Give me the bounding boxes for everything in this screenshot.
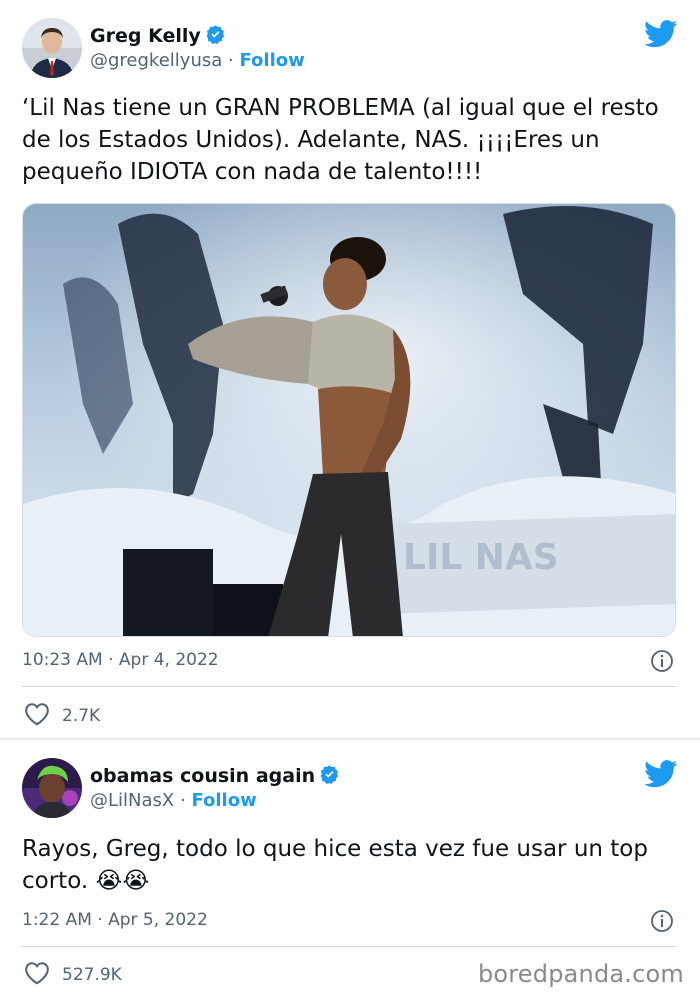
handle-line: @gregkellyusa · Follow bbox=[90, 50, 305, 71]
tweet-text: ‘Lil Nas tiene un GRAN PROBLEMA (al igua… bbox=[22, 95, 659, 185]
display-name-text[interactable]: Greg Kelly bbox=[90, 25, 201, 47]
follow-button[interactable]: Follow bbox=[191, 790, 256, 811]
separator-dot: · bbox=[228, 50, 234, 71]
timestamp[interactable]: 10:23 AM · Apr 4, 2022 bbox=[22, 650, 219, 670]
display-name[interactable]: obamas cousin again bbox=[90, 764, 340, 790]
tweet-photo[interactable]: LIL NAS bbox=[22, 203, 676, 637]
timestamp[interactable]: 1:22 AM · Apr 5, 2022 bbox=[22, 910, 208, 930]
like-count: 2.7K bbox=[62, 706, 101, 726]
like-button[interactable]: 2.7K bbox=[24, 702, 100, 730]
verified-badge-icon bbox=[205, 24, 226, 50]
twitter-bird-icon[interactable] bbox=[644, 760, 678, 792]
follow-button[interactable]: Follow bbox=[239, 50, 304, 71]
tweet-card-greg-kelly: Greg Kelly @gregkellyusa · Follow ‘Lil N… bbox=[0, 0, 700, 738]
divider bbox=[22, 686, 676, 687]
info-icon[interactable] bbox=[650, 909, 674, 937]
display-name[interactable]: Greg Kelly bbox=[90, 24, 226, 50]
separator-dot: · bbox=[179, 790, 186, 811]
handle-line: @LilNasX · Follow bbox=[90, 790, 257, 811]
verified-badge-icon bbox=[319, 764, 340, 790]
tweet-text: Rayos, Greg, todo lo que hice esta vez f… bbox=[22, 836, 648, 894]
display-name-text[interactable]: obamas cousin again bbox=[90, 765, 315, 787]
handle[interactable]: @LilNasX bbox=[90, 790, 174, 811]
divider bbox=[22, 946, 676, 947]
svg-text:LIL NAS: LIL NAS bbox=[403, 537, 559, 578]
like-count: 527.9K bbox=[62, 965, 122, 985]
twitter-bird-icon[interactable] bbox=[644, 20, 678, 52]
watermark: boredpanda.com bbox=[477, 960, 684, 988]
avatar[interactable] bbox=[22, 758, 82, 818]
avatar[interactable] bbox=[22, 18, 82, 78]
heart-icon bbox=[24, 961, 50, 989]
like-button[interactable]: 527.9K bbox=[24, 961, 122, 989]
heart-icon bbox=[24, 702, 50, 730]
handle[interactable]: @gregkellyusa bbox=[90, 50, 222, 71]
info-icon[interactable] bbox=[650, 649, 674, 677]
